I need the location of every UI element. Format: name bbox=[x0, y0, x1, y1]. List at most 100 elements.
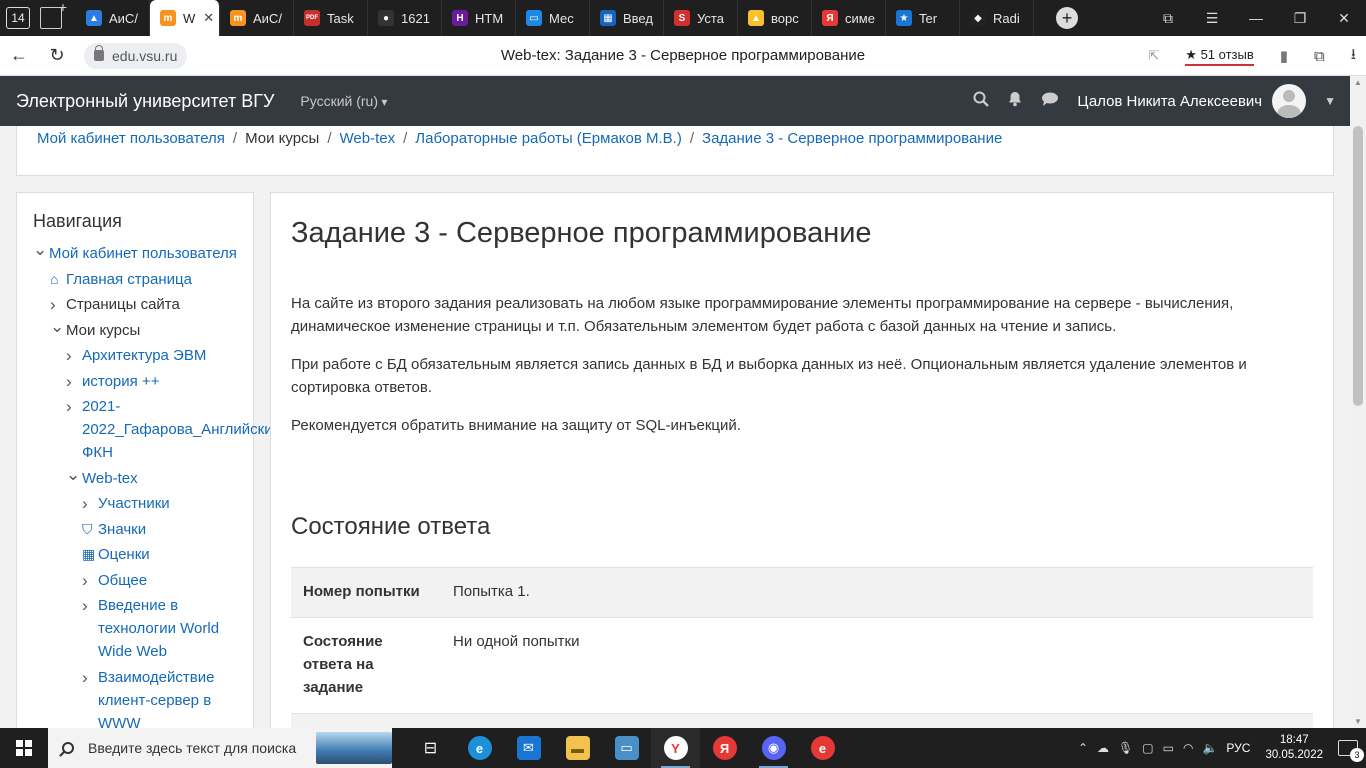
windows-taskbar: Введите здесь текст для поиска ⊟ e ✉ ▬ ▭… bbox=[0, 728, 1366, 768]
browser-tab[interactable]: m АиС/ bbox=[220, 0, 294, 36]
breadcrumb-separator: / bbox=[689, 130, 695, 147]
start-button[interactable] bbox=[0, 740, 48, 756]
status-row-value: Ни одной попытки bbox=[453, 633, 580, 650]
nav-item[interactable]: › 2021-2022_Гафарова_Английский ФКН bbox=[33, 395, 281, 464]
yandex-browser-icon[interactable]: Y bbox=[651, 728, 700, 768]
tab-count-badge[interactable]: 14 bbox=[6, 7, 30, 29]
site-brand[interactable]: Электронный университет ВГУ bbox=[16, 91, 274, 112]
volume-icon[interactable]: 🔈 bbox=[1202, 741, 1217, 755]
nav-item[interactable]: › Архитектура ЭВМ bbox=[33, 344, 237, 367]
reviews-badge[interactable]: ★ 51 отзыв bbox=[1185, 47, 1254, 66]
nav-item[interactable]: ⌂ Главная страница bbox=[33, 268, 237, 291]
tab-label: Task bbox=[327, 10, 354, 26]
share-icon[interactable]: ⇱ bbox=[1148, 48, 1159, 64]
nav-item[interactable]: › история ++ bbox=[33, 370, 237, 393]
nav-item-label: 2021-2022_Гафарова_Английский ФКН bbox=[82, 398, 281, 461]
tab-manager-icon[interactable]: ⧉ bbox=[1146, 10, 1190, 27]
nav-item-label: Web-tex bbox=[82, 469, 138, 487]
bookmark-icon[interactable]: ▮ bbox=[1280, 47, 1288, 65]
notifications-bell-icon[interactable] bbox=[1007, 91, 1023, 112]
status-row-label: С bbox=[291, 713, 441, 728]
tab-favicon-icon: m bbox=[160, 10, 176, 26]
edge-icon[interactable]: e bbox=[455, 728, 504, 768]
user-avatar[interactable] bbox=[1272, 84, 1307, 118]
display-icon[interactable]: ▢ bbox=[1142, 741, 1153, 755]
tab-favicon-icon: ◆ bbox=[970, 10, 986, 26]
page-scrollbar[interactable]: ▲ ▼ bbox=[1350, 76, 1366, 728]
nav-item-label: Введение в технологии World Wide Web bbox=[98, 597, 220, 660]
add-tab-button[interactable]: + bbox=[1056, 7, 1078, 29]
download-icon[interactable]: ⭳ bbox=[1351, 44, 1356, 69]
breadcrumb-item: Мои курсы bbox=[245, 130, 320, 147]
user-name[interactable]: Цалов Никита Алексеевич bbox=[1077, 93, 1262, 110]
notification-center-icon[interactable]: 3 bbox=[1338, 740, 1364, 762]
browser-tab[interactable]: Ясиме bbox=[812, 0, 886, 36]
nav-item[interactable]: ⌄ Мои курсы bbox=[33, 317, 237, 342]
close-window-button[interactable]: ✕ bbox=[1322, 10, 1366, 27]
chevron-right-icon: › bbox=[82, 570, 88, 590]
scroll-down-icon[interactable]: ▼ bbox=[1353, 717, 1363, 726]
task-view-icon[interactable]: ⊟ bbox=[406, 728, 455, 768]
taskbar-search[interactable]: Введите здесь текст для поиска bbox=[48, 728, 392, 768]
clock[interactable]: 18:47 30.05.2022 bbox=[1265, 733, 1323, 763]
scroll-up-icon[interactable]: ▲ bbox=[1353, 78, 1363, 87]
nav-item[interactable]: › Страницы сайта bbox=[33, 293, 237, 316]
browser-tab[interactable]: S Уста bbox=[664, 0, 738, 36]
browser-tab[interactable]: ▭ Мес bbox=[516, 0, 590, 36]
onedrive-icon[interactable]: ☁ bbox=[1097, 741, 1109, 755]
nav-item[interactable]: ⛉ Значки bbox=[33, 518, 237, 541]
mail-icon[interactable]: ✉ bbox=[504, 728, 553, 768]
table-row: Номер попытки Попытка 1. bbox=[291, 567, 1313, 618]
red-app-icon[interactable]: e bbox=[798, 728, 847, 768]
browser-tab[interactable]: ▲ ворс bbox=[738, 0, 812, 36]
new-tab-icon[interactable] bbox=[40, 0, 67, 29]
search-icon[interactable] bbox=[973, 91, 990, 112]
table-row: С Н bbox=[291, 713, 1313, 728]
breadcrumb-item[interactable]: Лабораторные работы (Ермаков М.В.) bbox=[415, 130, 682, 147]
url-field[interactable]: edu.vsu.ru bbox=[84, 42, 188, 69]
tray-expand-icon[interactable]: ⌃ bbox=[1078, 741, 1088, 755]
microphone-icon[interactable]: 🎙 bbox=[1118, 741, 1133, 755]
breadcrumb-separator: / bbox=[232, 130, 238, 147]
maximize-button[interactable]: ❐ bbox=[1278, 10, 1322, 27]
language-menu[interactable]: Русский (ru) bbox=[300, 93, 387, 109]
user-menu-chevron-icon[interactable]: ▼ bbox=[1324, 94, 1336, 108]
close-tab-icon[interactable]: ✕ bbox=[203, 10, 214, 26]
nav-item[interactable]: › Общее bbox=[33, 569, 237, 592]
menu-icon[interactable]: ☰ bbox=[1190, 10, 1234, 27]
scrollbar-thumb[interactable] bbox=[1353, 126, 1363, 406]
back-button[interactable]: ← bbox=[0, 45, 38, 66]
wifi-icon[interactable]: ◠ bbox=[1183, 741, 1193, 755]
nav-item[interactable]: ⌄ Мой кабинет пользователя bbox=[33, 240, 237, 265]
reload-button[interactable]: ↻ bbox=[38, 45, 76, 66]
notification-count: 3 bbox=[1350, 748, 1364, 762]
browser-tab[interactable]: ★ Ter bbox=[886, 0, 960, 36]
network-app-icon[interactable]: ▭ bbox=[602, 728, 651, 768]
discord-icon[interactable]: ◉ bbox=[749, 728, 798, 768]
nav-item[interactable]: › Взаимодействие клиент-сервер в WWW bbox=[33, 666, 237, 729]
tab-favicon-icon: PDF bbox=[304, 10, 320, 26]
tab-label: Radi bbox=[993, 10, 1020, 26]
browser-tab[interactable]: ▦ Введ bbox=[590, 0, 664, 36]
browser-tab[interactable]: ● 1621 bbox=[368, 0, 442, 36]
minimize-button[interactable]: — bbox=[1234, 10, 1278, 26]
nav-item[interactable]: ▦ Оценки bbox=[33, 543, 237, 566]
extensions-icon[interactable]: ⧉ bbox=[1314, 48, 1325, 65]
yandex-icon[interactable]: Я bbox=[700, 728, 749, 768]
battery-icon[interactable]: ▭ bbox=[1163, 741, 1174, 755]
nav-item[interactable]: › Участники bbox=[33, 492, 237, 515]
file-explorer-icon[interactable]: ▬ bbox=[553, 728, 602, 768]
input-language[interactable]: РУС bbox=[1226, 741, 1250, 755]
breadcrumb-item[interactable]: Задание 3 - Серверное программирование bbox=[702, 130, 1002, 147]
messages-icon[interactable] bbox=[1041, 91, 1059, 112]
browser-tab[interactable]: H HTM bbox=[442, 0, 516, 36]
breadcrumb-item[interactable]: Web-tex bbox=[340, 130, 396, 147]
browser-tab[interactable]: PDF Task bbox=[294, 0, 368, 36]
browser-tab[interactable]: m W ✕ bbox=[150, 0, 220, 36]
browser-tab[interactable]: ▲ АиС/ bbox=[76, 0, 150, 36]
breadcrumb-item[interactable]: Мой кабинет пользователя bbox=[37, 130, 225, 147]
nav-item[interactable]: ⌄ Web-tex bbox=[33, 465, 237, 490]
browser-tab[interactable]: ◆ Radi bbox=[960, 0, 1034, 36]
tab-label: Уста bbox=[697, 10, 724, 26]
nav-item[interactable]: › Введение в технологии World Wide Web bbox=[33, 594, 237, 663]
